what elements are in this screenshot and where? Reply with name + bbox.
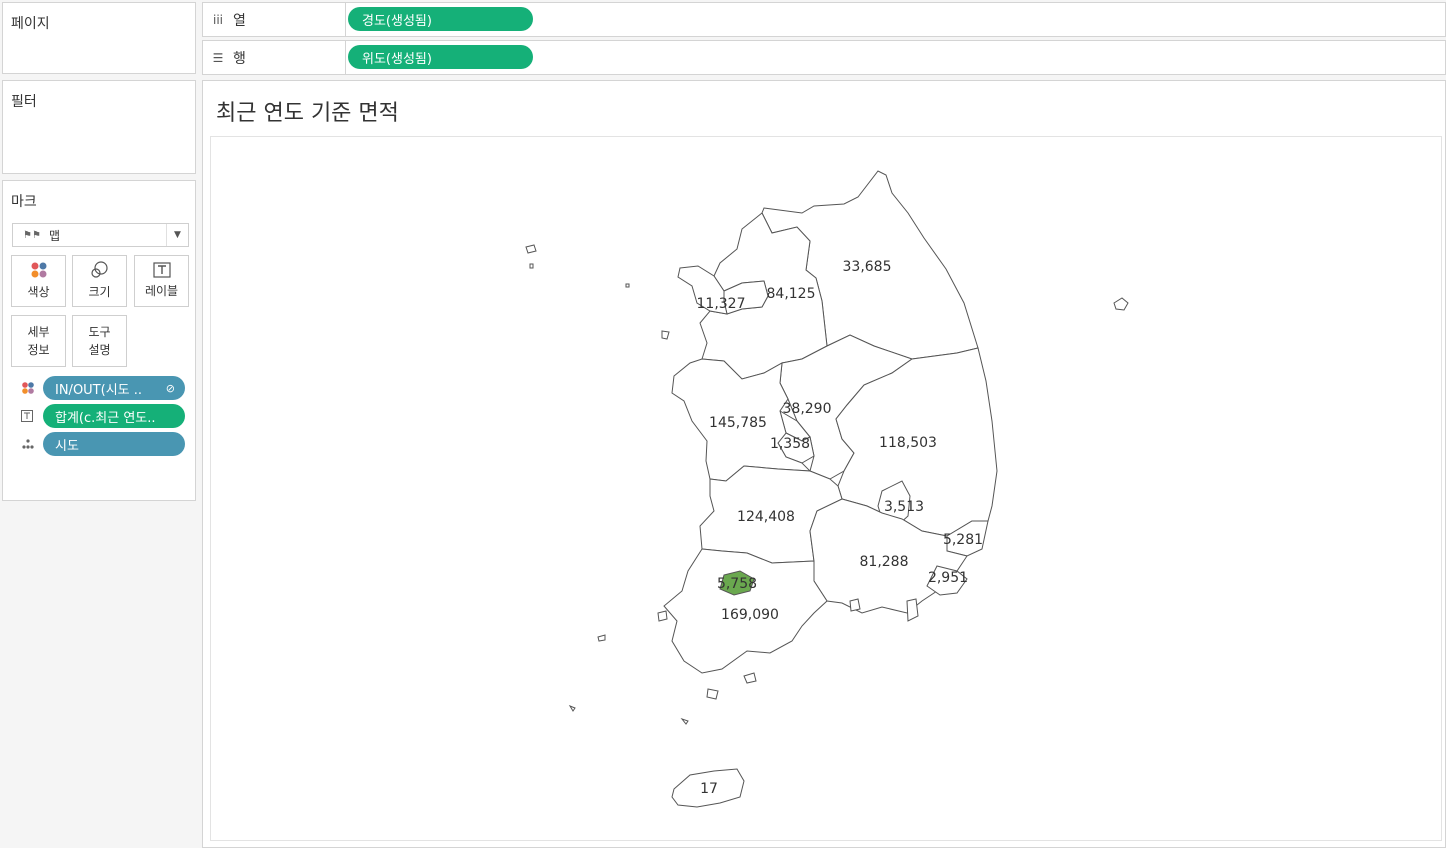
detail-button[interactable]: 세부 정보 <box>11 315 66 367</box>
marks-card: 마크 ⚑⚑ 맵 ▼ 색상 크기 레이블 세부 정보 도구 설명 IN/OUT(시… <box>2 180 196 501</box>
label-daegu: 3,513 <box>884 499 924 515</box>
text-label-icon <box>152 262 171 278</box>
mark-type-dropdown[interactable]: ⚑⚑ 맵 ▼ <box>12 223 189 247</box>
island-small-2 <box>597 634 606 642</box>
pages-card[interactable]: 페이지 <box>2 2 196 74</box>
text-label-icon <box>21 410 43 422</box>
field-row-label: 합계(c.최근 연도.. <box>21 404 185 428</box>
label-chungbuk: 38,290 <box>783 401 832 417</box>
detail-label-line1: 세부 <box>27 325 50 339</box>
island-small-1 <box>529 263 534 269</box>
columns-shelf-label: iii 열 <box>203 3 346 36</box>
sum-area-field-label: 합계(c.최근 연도.. <box>55 410 156 426</box>
island-small-3 <box>568 704 576 712</box>
latitude-pill[interactable]: 위도(생성됨) <box>348 45 533 69</box>
rows-shelf-label: ☰ 행 <box>203 41 346 74</box>
link-icon: ⊘ <box>165 381 175 395</box>
marks-title: 마크 <box>11 194 37 210</box>
map-icon: ⚑⚑ <box>23 229 41 241</box>
viz-title: 최근 연도 기준 면적 <box>216 101 399 126</box>
island-small-8 <box>906 598 919 622</box>
latitude-pill-label: 위도(생성됨) <box>362 51 432 67</box>
label-button[interactable]: 레이블 <box>134 255 189 307</box>
sido-field-pill[interactable]: 시도 <box>43 432 185 456</box>
label-gangwon: 33,685 <box>843 259 892 275</box>
color-dots-icon <box>31 262 46 278</box>
label-busan: 2,951 <box>928 570 968 586</box>
island-small-11 <box>625 283 630 288</box>
chevron-down-icon[interactable]: ▼ <box>166 224 188 246</box>
label-jeonnam: 169,090 <box>721 607 779 623</box>
longitude-pill-label: 경도(생성됨) <box>362 13 432 29</box>
field-row-detail: 시도 <box>21 432 185 456</box>
color-dots-icon <box>21 381 43 395</box>
rows-shelf[interactable]: ☰ 행 위도(생성됨) <box>202 40 1446 75</box>
label-label: 레이블 <box>144 284 179 298</box>
columns-shelf[interactable]: iii 열 경도(생성됨) <box>202 2 1446 37</box>
columns-label: 열 <box>233 12 246 29</box>
color-button[interactable]: 색상 <box>11 255 66 307</box>
island-ulleung <box>1113 297 1129 311</box>
island-small-10 <box>657 610 668 622</box>
island-baengnyeong <box>525 244 537 254</box>
label-jeonbuk: 124,408 <box>737 509 795 525</box>
pages-title: 페이지 <box>11 16 50 32</box>
tooltip-label-line1: 도구 <box>88 325 111 339</box>
label-gyeonggi: 84,125 <box>767 286 816 302</box>
rows-icon: ☰ <box>212 50 224 65</box>
label-jeju: 17 <box>700 781 718 797</box>
size-button[interactable]: 크기 <box>72 255 127 307</box>
island-small-4 <box>680 717 689 725</box>
label-chungnam: 145,785 <box>709 415 767 431</box>
size-label: 크기 <box>88 285 111 299</box>
in-out-field-label: IN/OUT(시도 .. <box>55 382 143 398</box>
sum-area-field-pill[interactable]: 합계(c.최근 연도.. <box>43 404 185 428</box>
island-small-9 <box>849 598 861 612</box>
longitude-pill[interactable]: 경도(생성됨) <box>348 7 533 31</box>
label-gyeongnam: 81,288 <box>860 554 909 570</box>
label-daejeon: 1,358 <box>770 436 810 452</box>
island-small-7 <box>661 330 670 340</box>
in-out-field-pill[interactable]: IN/OUT(시도 .. ⊘ <box>43 376 185 400</box>
korea-map[interactable]: 33,685 84,125 11,327 38,290 145,785 1,35… <box>211 137 1441 840</box>
filters-title: 필터 <box>11 94 37 110</box>
rows-label: 행 <box>233 50 246 67</box>
viz-panel: 최근 연도 기준 면적 33,685 84,125 11,327 38,290 … <box>202 80 1446 848</box>
color-label: 색상 <box>27 285 50 299</box>
tooltip-label-line2: 설명 <box>88 343 111 357</box>
size-icon <box>90 261 108 278</box>
label-seoul-incheon: 11,327 <box>697 296 746 312</box>
filters-card[interactable]: 필터 <box>2 80 196 174</box>
mark-type-value: 맵 <box>48 228 60 243</box>
island-small-5 <box>706 688 719 700</box>
tooltip-button[interactable]: 도구 설명 <box>72 315 127 367</box>
tooltip-label: 도구 설명 <box>88 323 110 359</box>
field-row-color: IN/OUT(시도 .. ⊘ <box>21 376 185 400</box>
label-ulsan: 5,281 <box>943 532 983 548</box>
label-gyeongbuk: 118,503 <box>879 435 937 451</box>
detail-label: 세부 정보 <box>27 323 49 359</box>
detail-dots-icon <box>21 438 43 450</box>
map-view[interactable]: 33,685 84,125 11,327 38,290 145,785 1,35… <box>210 136 1442 841</box>
sido-field-label: 시도 <box>55 438 79 454</box>
label-gwangju: 5,758 <box>717 576 757 592</box>
columns-icon: iii <box>212 12 223 27</box>
island-small-6 <box>743 672 757 684</box>
detail-label-line2: 정보 <box>27 343 50 357</box>
